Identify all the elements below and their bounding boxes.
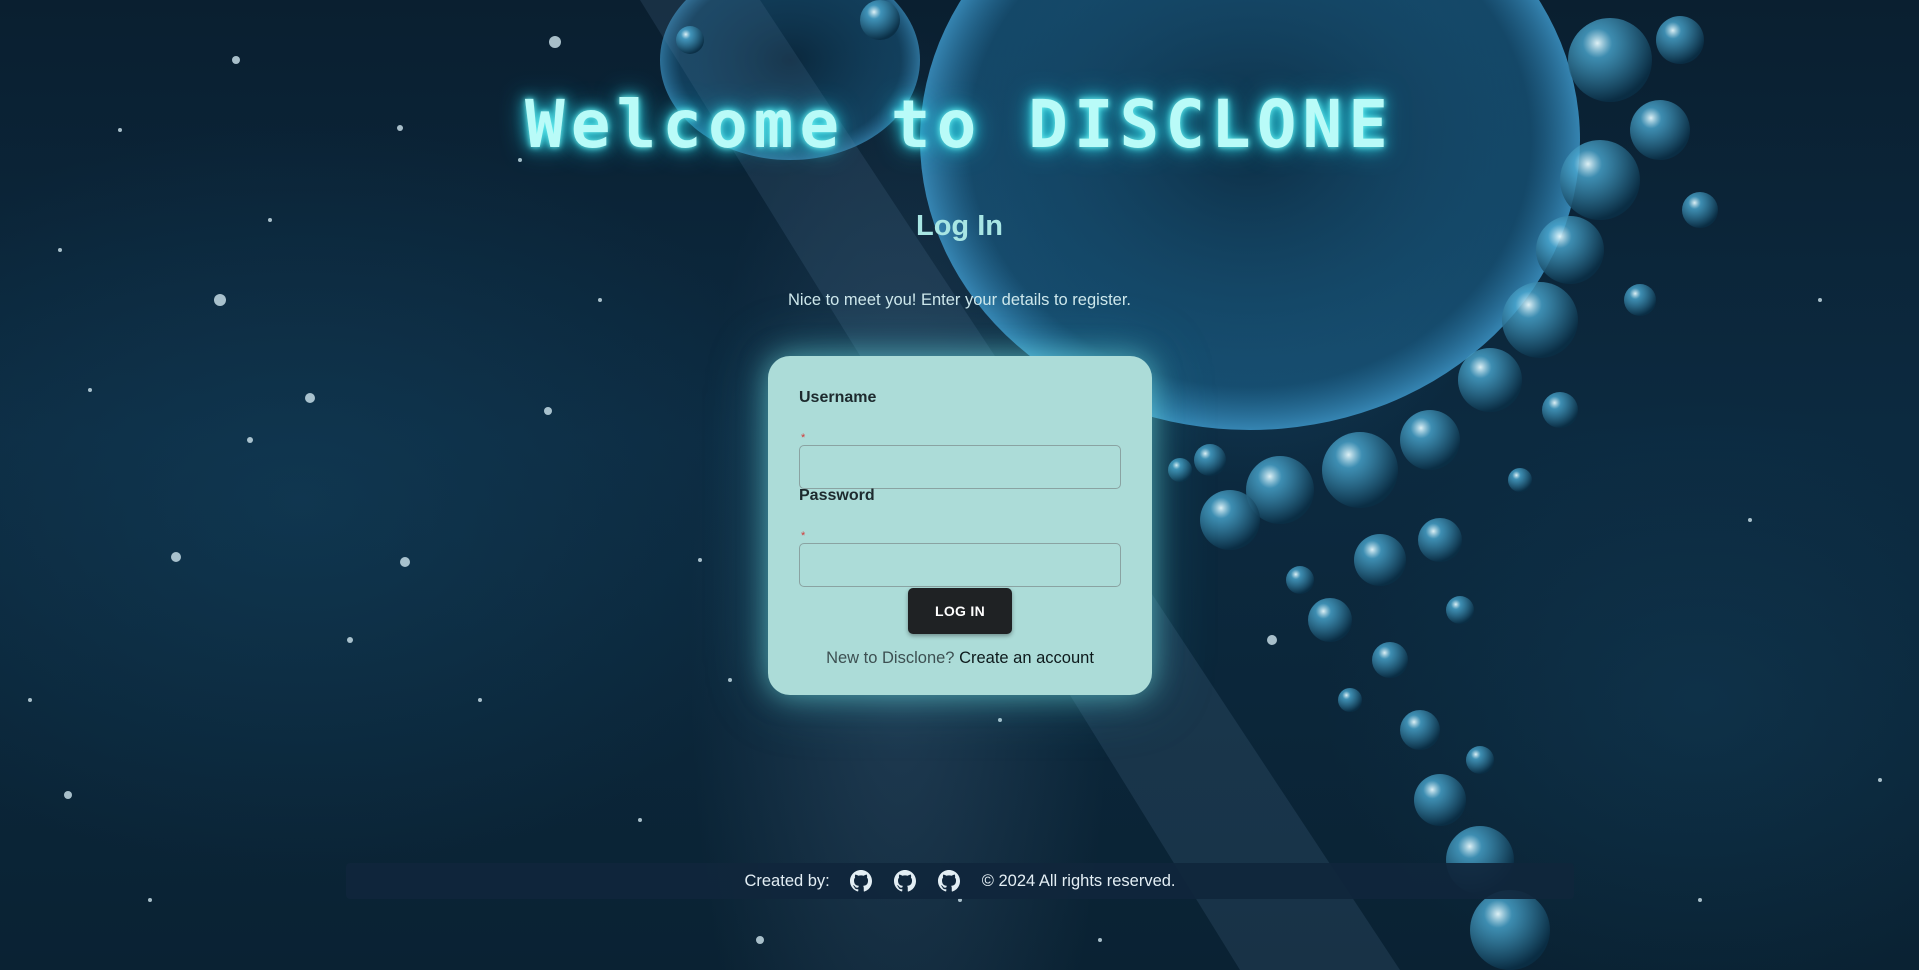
username-input[interactable] <box>799 445 1121 489</box>
signup-prompt: New to Disclone? <box>826 649 955 667</box>
password-input[interactable] <box>799 543 1121 587</box>
github-icon[interactable] <box>849 870 872 892</box>
intro-text: Nice to meet you! Enter your details to … <box>788 291 1131 309</box>
password-required-marker: * <box>801 530 806 542</box>
github-icon[interactable] <box>893 870 916 892</box>
footer: Created by: © 2024 All rights reserved. <box>346 863 1574 899</box>
form-title: Log In <box>916 210 1003 242</box>
page-title: Welcome to DISCLONE <box>525 86 1394 163</box>
password-label: Password <box>799 487 875 504</box>
create-account-link[interactable]: Create an account <box>959 649 1094 667</box>
copyright-text: © 2024 All rights reserved. <box>981 871 1176 890</box>
login-button[interactable]: LOG IN <box>908 588 1012 634</box>
created-by-label: Created by: <box>744 871 830 890</box>
username-required-marker: * <box>801 432 806 444</box>
login-card: Username * Password * LOG IN New to Disc… <box>768 356 1152 695</box>
github-icon[interactable] <box>937 870 960 892</box>
username-label: Username <box>799 389 877 406</box>
signup-line: New to Disclone? Create an account <box>768 649 1152 668</box>
